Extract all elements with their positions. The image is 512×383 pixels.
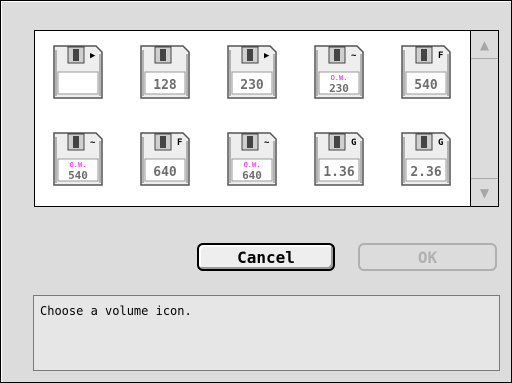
svg-text:▶: ▶ bbox=[264, 51, 270, 61]
svg-text:~: ~ bbox=[90, 138, 96, 148]
floppy-default-icon[interactable]: ▶ bbox=[46, 40, 110, 104]
ok-button[interactable]: OK bbox=[358, 243, 497, 271]
icon-grid: ▶ 128 ▶ 230 ~ O.W. 230 F 540 ~ O.W. 540 F 640 ~ O.W. 640… bbox=[35, 31, 471, 206]
floppy-640-icon[interactable]: F 640 bbox=[133, 127, 197, 191]
floppy-230-ow-icon[interactable]: ~ O.W. 230 bbox=[307, 40, 371, 104]
icon-label: 2.36 bbox=[410, 165, 441, 180]
icon-label: 230 bbox=[329, 82, 349, 95]
volume-icon-dialog: ▶ 128 ▶ 230 ~ O.W. 230 F 540 ~ O.W. 540 F 640 ~ O.W. 640… bbox=[0, 0, 512, 383]
scroll-down-arrow-icon[interactable]: ▼ bbox=[471, 178, 498, 206]
svg-text:G: G bbox=[438, 138, 443, 148]
floppy-540-ow-icon[interactable]: ~ O.W. 540 bbox=[46, 127, 110, 191]
svg-text:G: G bbox=[351, 138, 356, 148]
floppy-128-icon[interactable]: 128 bbox=[133, 40, 197, 104]
cancel-button[interactable]: Cancel bbox=[197, 243, 335, 271]
floppy-136-icon[interactable]: G 1.36 bbox=[307, 127, 371, 191]
icon-list[interactable]: ▶ 128 ▶ 230 ~ O.W. 230 F 540 ~ O.W. 540 F 640 ~ O.W. 640… bbox=[34, 30, 499, 207]
ow-tag: O.W. bbox=[244, 161, 261, 169]
icon-label: 640 bbox=[153, 165, 177, 180]
floppy-236-icon[interactable]: G 2.36 bbox=[394, 127, 458, 191]
ow-tag: O.W. bbox=[331, 74, 348, 82]
floppy-540-icon[interactable]: F 540 bbox=[394, 40, 458, 104]
icon-label: 640 bbox=[242, 169, 262, 182]
svg-text:▶: ▶ bbox=[90, 51, 96, 61]
icon-label: 540 bbox=[68, 169, 88, 182]
svg-text:~: ~ bbox=[264, 138, 270, 148]
ow-tag: O.W. bbox=[70, 161, 87, 169]
svg-text:F: F bbox=[438, 51, 443, 61]
icon-label: 1.36 bbox=[323, 165, 354, 180]
floppy-230-icon[interactable]: ▶ 230 bbox=[220, 40, 284, 104]
svg-text:F: F bbox=[177, 138, 182, 148]
icon-label: 540 bbox=[414, 78, 438, 93]
scroll-up-arrow-icon[interactable]: ▲ bbox=[471, 31, 498, 59]
vertical-scrollbar[interactable]: ▲ ▼ bbox=[470, 31, 498, 206]
status-text: Choose a volume icon. bbox=[33, 295, 500, 371]
icon-label: 128 bbox=[153, 78, 177, 93]
icon-label: 230 bbox=[240, 78, 264, 93]
svg-text:~: ~ bbox=[351, 51, 357, 61]
floppy-640-ow-icon[interactable]: ~ O.W. 640 bbox=[220, 127, 284, 191]
